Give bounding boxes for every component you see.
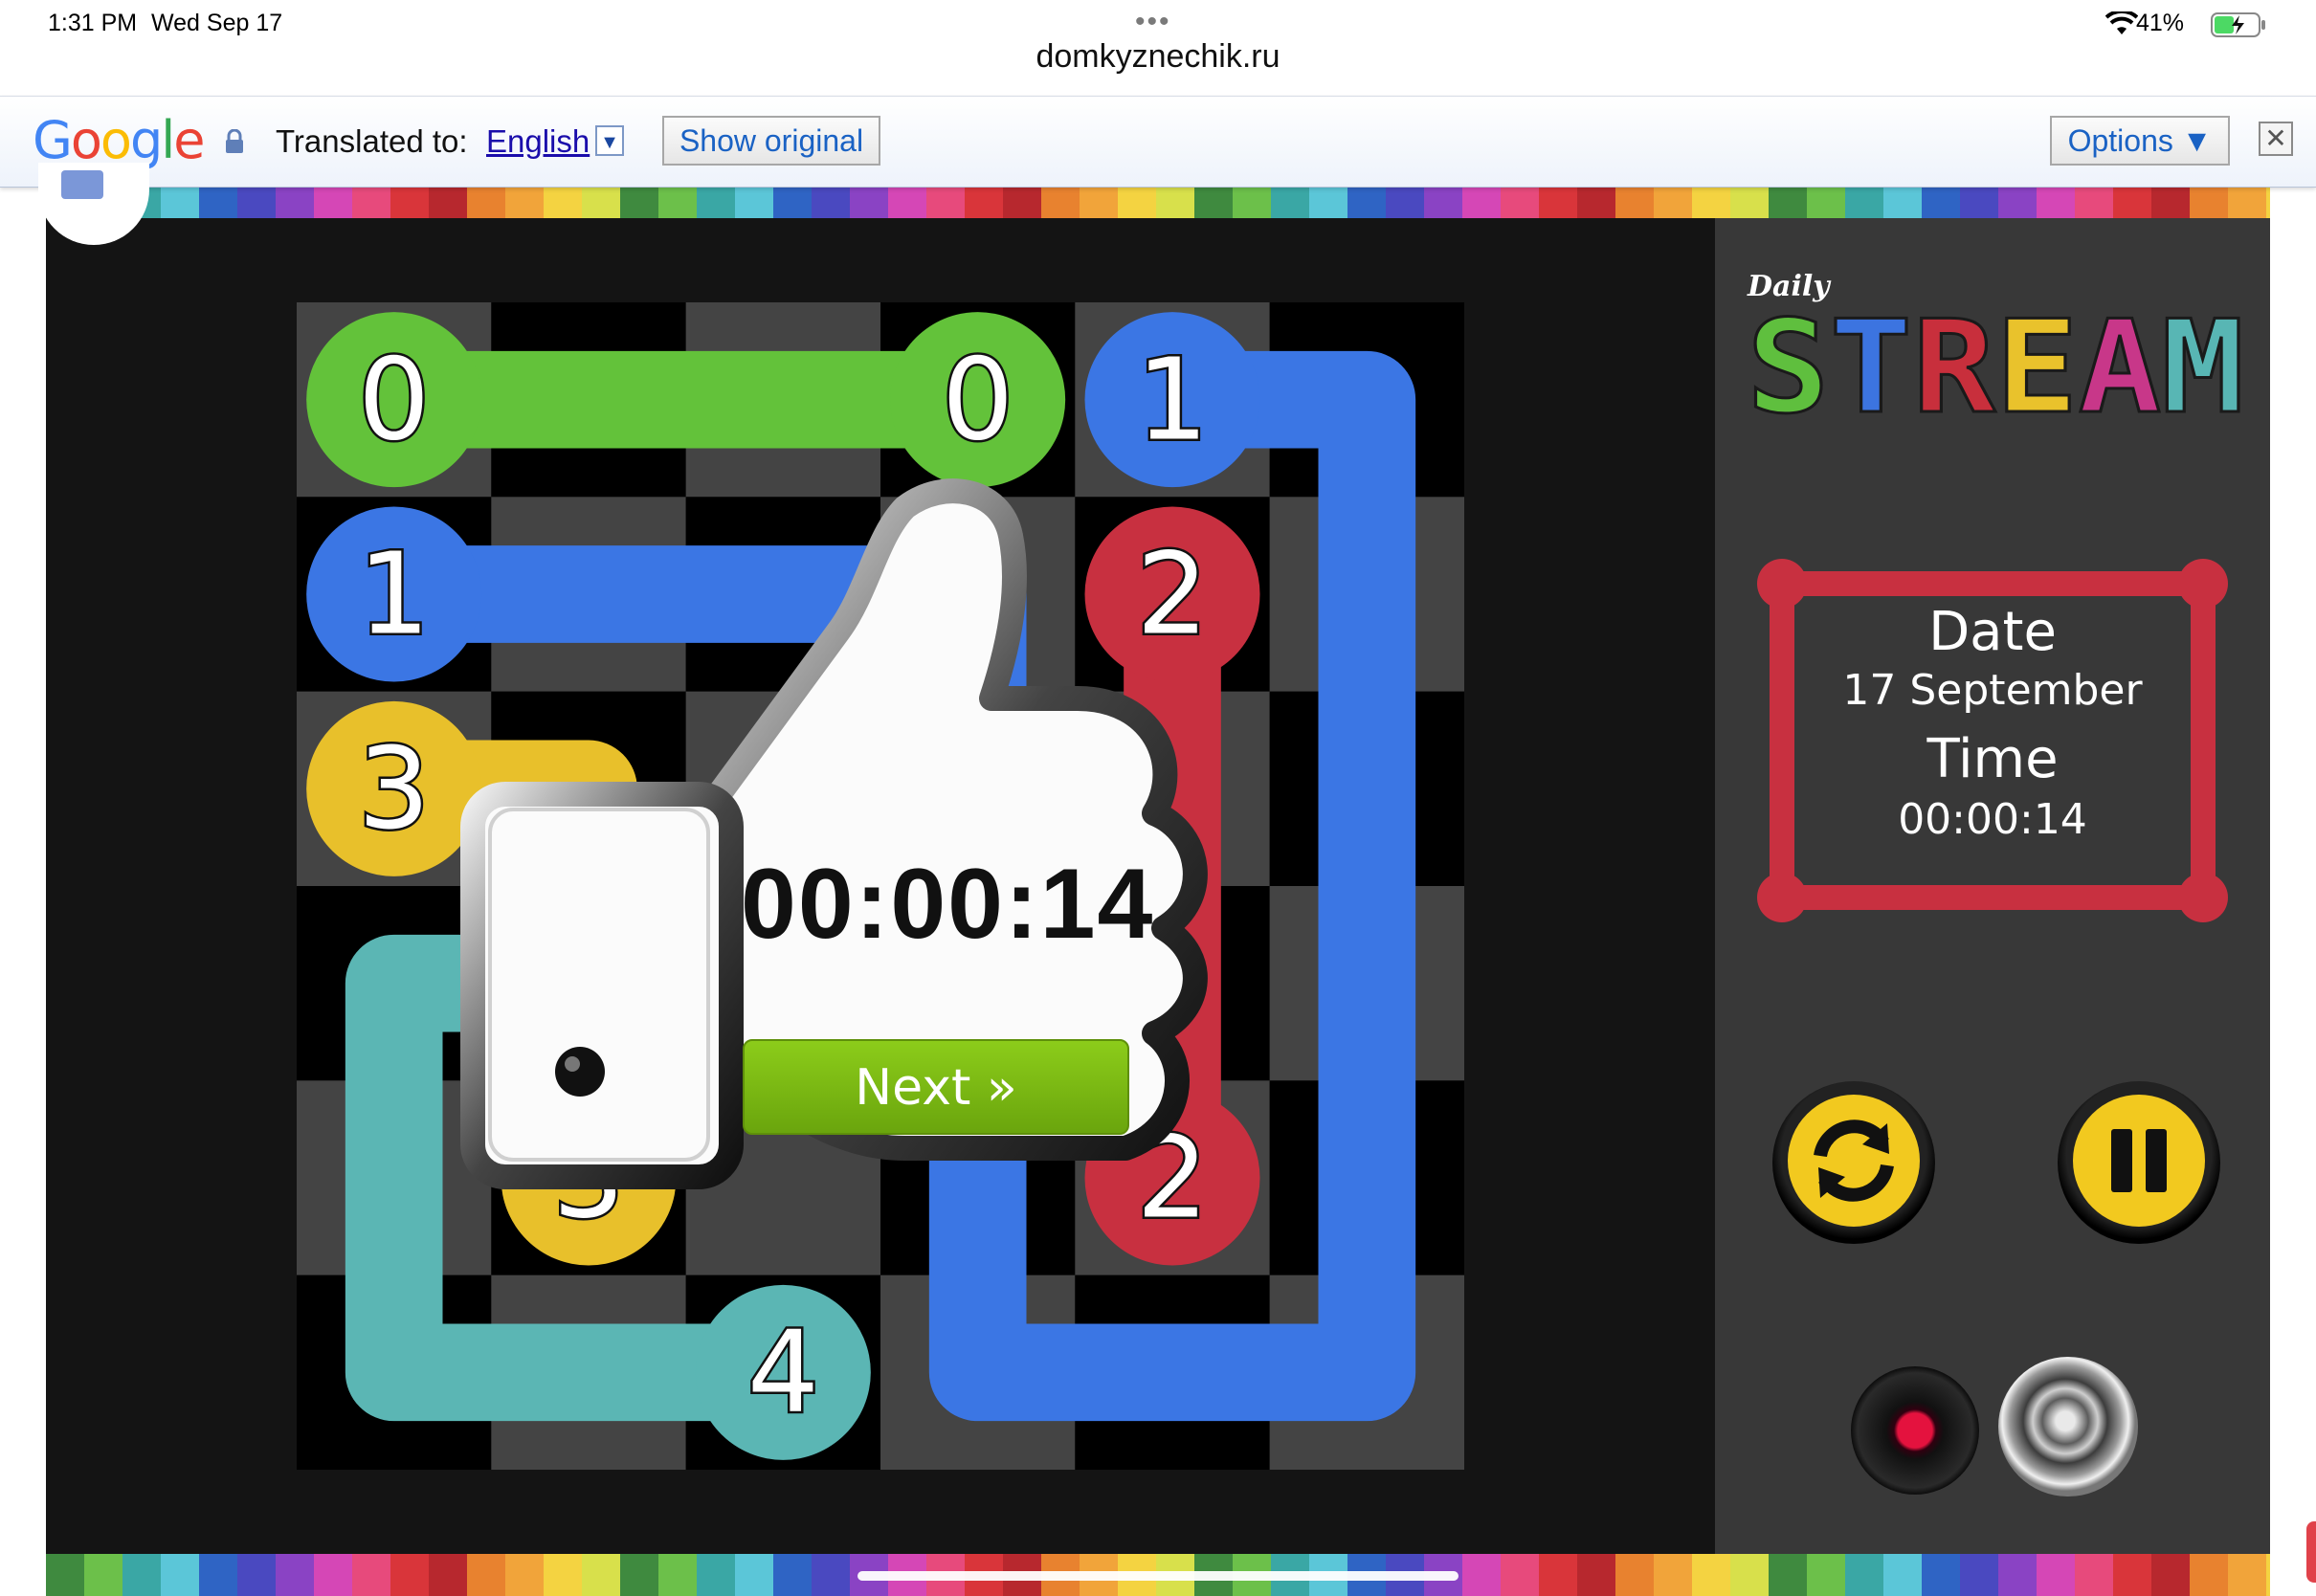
refresh-icon — [1814, 1119, 1894, 1202]
options-button[interactable]: Options ▼ — [2050, 116, 2230, 166]
completion-time: 00:00:14 — [741, 849, 1155, 960]
logo-letter: M — [2161, 299, 2244, 432]
feedback-icon[interactable] — [61, 170, 103, 199]
url-bar[interactable]: domkyznechik.ru — [0, 38, 2316, 76]
wifi-icon — [2105, 11, 2138, 34]
close-icon[interactable]: ✕ — [2259, 122, 2293, 156]
logo-letter: A — [2079, 299, 2162, 432]
info-panel: Date 17 September Time 00:00:14 — [1799, 601, 2186, 844]
pause-icon — [2111, 1129, 2167, 1192]
endpoint-label: 0 — [358, 334, 430, 465]
side-tab[interactable] — [2306, 1521, 2316, 1583]
status-bar: 1:31 PM Wed Sep 17 ••• 41% domkyznechik.… — [0, 0, 2316, 96]
logo-letter: E — [1995, 299, 2079, 432]
google-translate-bar: Google Translated to: English ▼ Show ori… — [0, 96, 2316, 188]
svg-text:STREAM: STREAM — [1747, 299, 2244, 432]
speaker-icon[interactable] — [1998, 1357, 2138, 1496]
lock-icon — [226, 129, 243, 153]
time-label: Time — [1926, 728, 2059, 790]
restart-button[interactable] — [1772, 1081, 1935, 1244]
google-logo: Google — [33, 110, 205, 170]
next-button[interactable]: Next » — [743, 1039, 1129, 1135]
status-date: Wed Sep 17 — [151, 10, 283, 36]
logo-letter: S — [1747, 299, 1830, 432]
home-indicator[interactable] — [857, 1571, 1459, 1581]
endpoint-label: 0 — [942, 334, 1013, 465]
language-link[interactable]: English — [486, 123, 590, 160]
endpoint-label: 4 — [747, 1307, 819, 1438]
logo-letter: R — [1912, 299, 1995, 432]
endpoint-label: 3 — [358, 723, 430, 854]
status-time: 1:31 PM — [48, 10, 138, 36]
translated-to-label: Translated to: — [276, 123, 468, 159]
pause-button[interactable] — [2058, 1081, 2220, 1244]
battery-icon — [2211, 12, 2265, 37]
endpoint-label: 1 — [358, 529, 430, 660]
show-original-button[interactable]: Show original — [662, 116, 880, 166]
time-value: 00:00:14 — [1898, 795, 2087, 844]
endpoint-label: 1 — [1136, 334, 1208, 465]
record-disc-icon[interactable] — [1851, 1366, 1979, 1495]
battery-percent: 41% — [2135, 10, 2184, 36]
logo-letter: T — [1830, 299, 1913, 432]
rainbow-strip-top — [46, 186, 2270, 218]
logo-stream: STREAM — [1746, 299, 2246, 432]
multitask-dots-icon[interactable]: ••• — [1135, 6, 1171, 38]
chevron-down-icon[interactable]: ▼ — [595, 125, 624, 156]
date-label: Date — [1928, 601, 2057, 663]
date-value: 17 September — [1842, 666, 2143, 715]
